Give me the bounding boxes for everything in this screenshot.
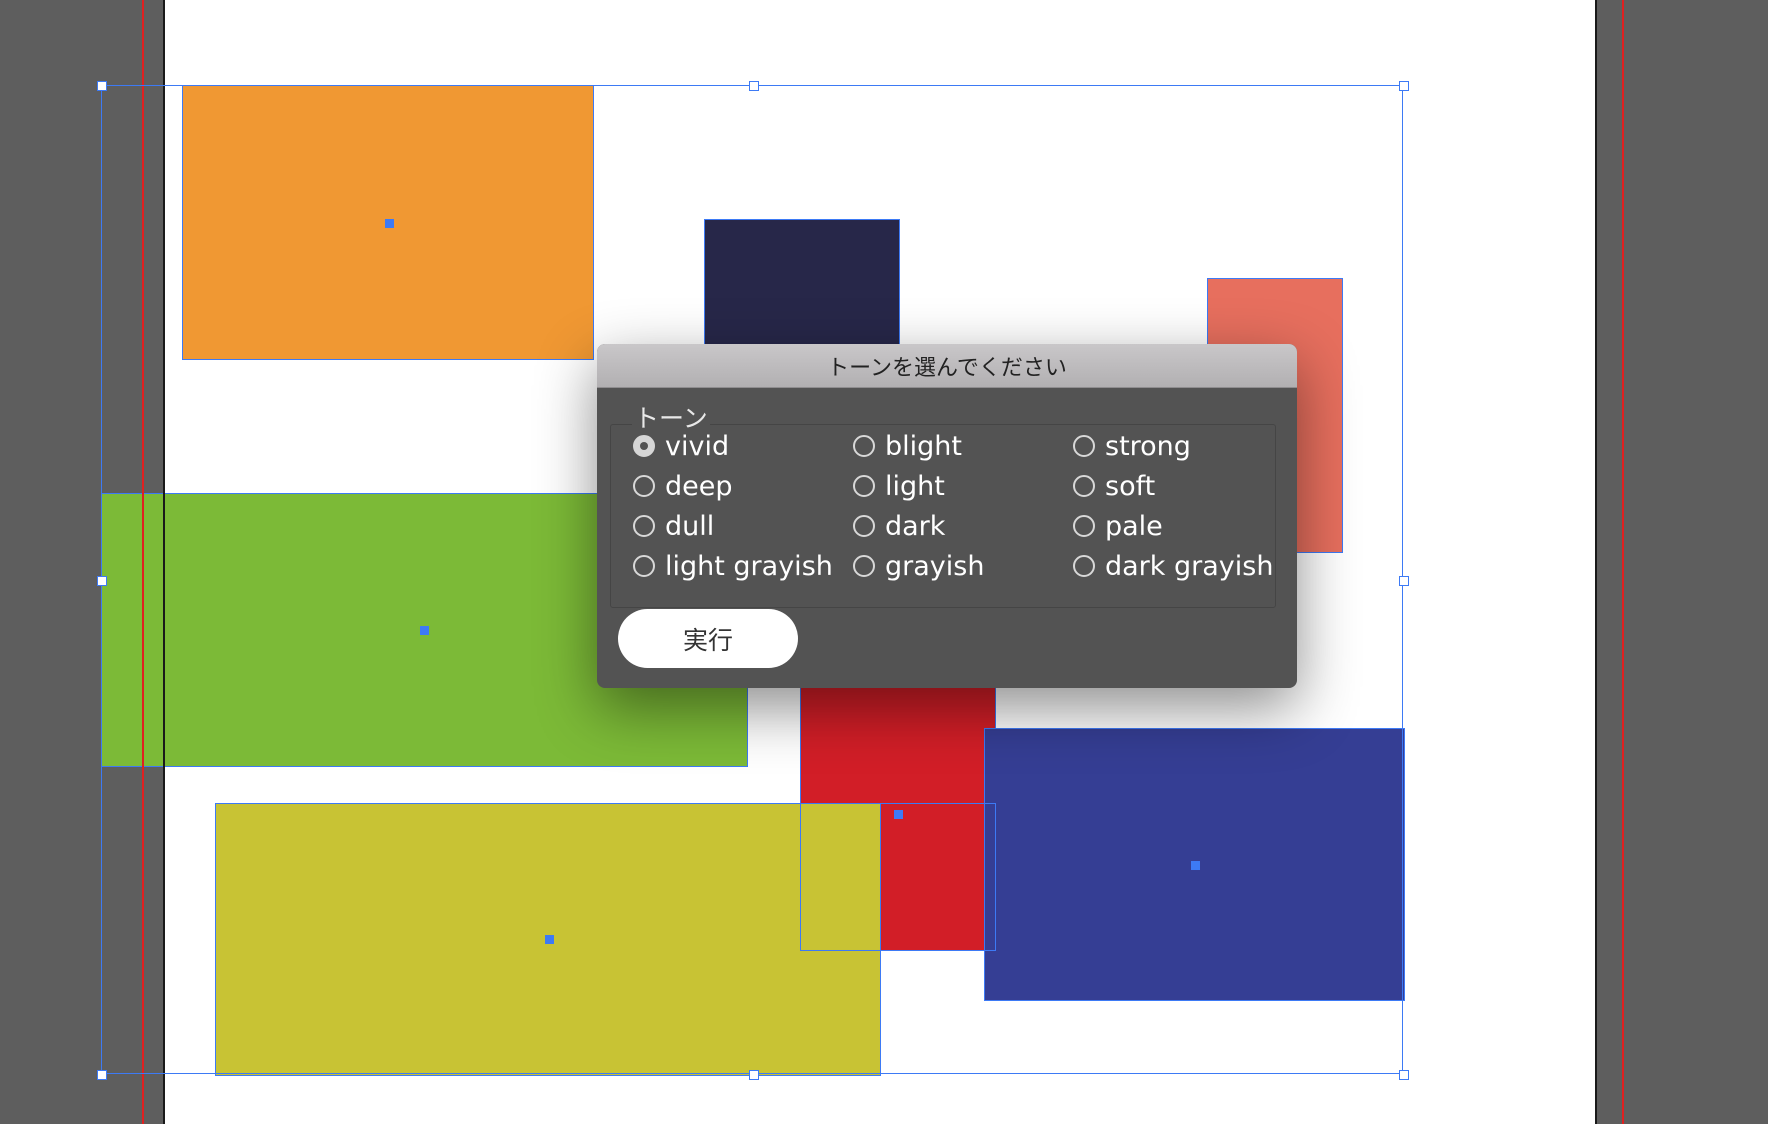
tone-radio-group: vivid blight strong deep light soft dull bbox=[633, 430, 1297, 582]
radio-label: deep bbox=[665, 470, 733, 502]
handle-bottom-right[interactable] bbox=[1399, 1070, 1409, 1080]
radio-label: dark grayish bbox=[1105, 550, 1274, 582]
radio-grayish[interactable]: grayish bbox=[853, 550, 1073, 582]
handle-middle-right[interactable] bbox=[1399, 576, 1409, 586]
radio-button[interactable] bbox=[1073, 435, 1095, 457]
tone-dialog: トーンを選んでください トーン vivid blight strong deep… bbox=[597, 344, 1297, 688]
radio-button[interactable] bbox=[1073, 515, 1095, 537]
radio-light-grayish[interactable]: light grayish bbox=[633, 550, 853, 582]
radio-blight[interactable]: blight bbox=[853, 430, 1073, 462]
radio-label: strong bbox=[1105, 430, 1191, 462]
radio-deep[interactable]: deep bbox=[633, 470, 853, 502]
radio-dark[interactable]: dark bbox=[853, 510, 1073, 542]
handle-bottom-left[interactable] bbox=[97, 1070, 107, 1080]
radio-dark-grayish[interactable]: dark grayish bbox=[1073, 550, 1297, 582]
handle-top-center[interactable] bbox=[749, 81, 759, 91]
radio-button[interactable] bbox=[633, 475, 655, 497]
dialog-title[interactable]: トーンを選んでください bbox=[597, 344, 1297, 388]
radio-light[interactable]: light bbox=[853, 470, 1073, 502]
radio-label: dark bbox=[885, 510, 946, 542]
radio-button[interactable] bbox=[1073, 475, 1095, 497]
radio-label: pale bbox=[1105, 510, 1163, 542]
radio-label: blight bbox=[885, 430, 962, 462]
radio-label: light grayish bbox=[665, 550, 833, 582]
execute-button[interactable]: 実行 bbox=[618, 609, 798, 668]
radio-label: dull bbox=[665, 510, 715, 542]
radio-label: vivid bbox=[665, 430, 730, 462]
radio-pale[interactable]: pale bbox=[1073, 510, 1297, 542]
radio-strong[interactable]: strong bbox=[1073, 430, 1297, 462]
radio-button[interactable] bbox=[853, 435, 875, 457]
radio-label: grayish bbox=[885, 550, 985, 582]
handle-middle-left[interactable] bbox=[97, 576, 107, 586]
radio-button[interactable] bbox=[853, 475, 875, 497]
radio-label: light bbox=[885, 470, 945, 502]
right-guide[interactable] bbox=[1622, 0, 1624, 1124]
radio-button[interactable] bbox=[633, 435, 655, 457]
radio-label: soft bbox=[1105, 470, 1156, 502]
radio-dull[interactable]: dull bbox=[633, 510, 853, 542]
handle-top-right[interactable] bbox=[1399, 81, 1409, 91]
radio-vivid[interactable]: vivid bbox=[633, 430, 853, 462]
radio-button[interactable] bbox=[1073, 555, 1095, 577]
radio-button[interactable] bbox=[633, 555, 655, 577]
radio-button[interactable] bbox=[853, 515, 875, 537]
handle-top-left[interactable] bbox=[97, 81, 107, 91]
radio-button[interactable] bbox=[633, 515, 655, 537]
radio-button[interactable] bbox=[853, 555, 875, 577]
radio-soft[interactable]: soft bbox=[1073, 470, 1297, 502]
handle-bottom-center[interactable] bbox=[749, 1070, 759, 1080]
